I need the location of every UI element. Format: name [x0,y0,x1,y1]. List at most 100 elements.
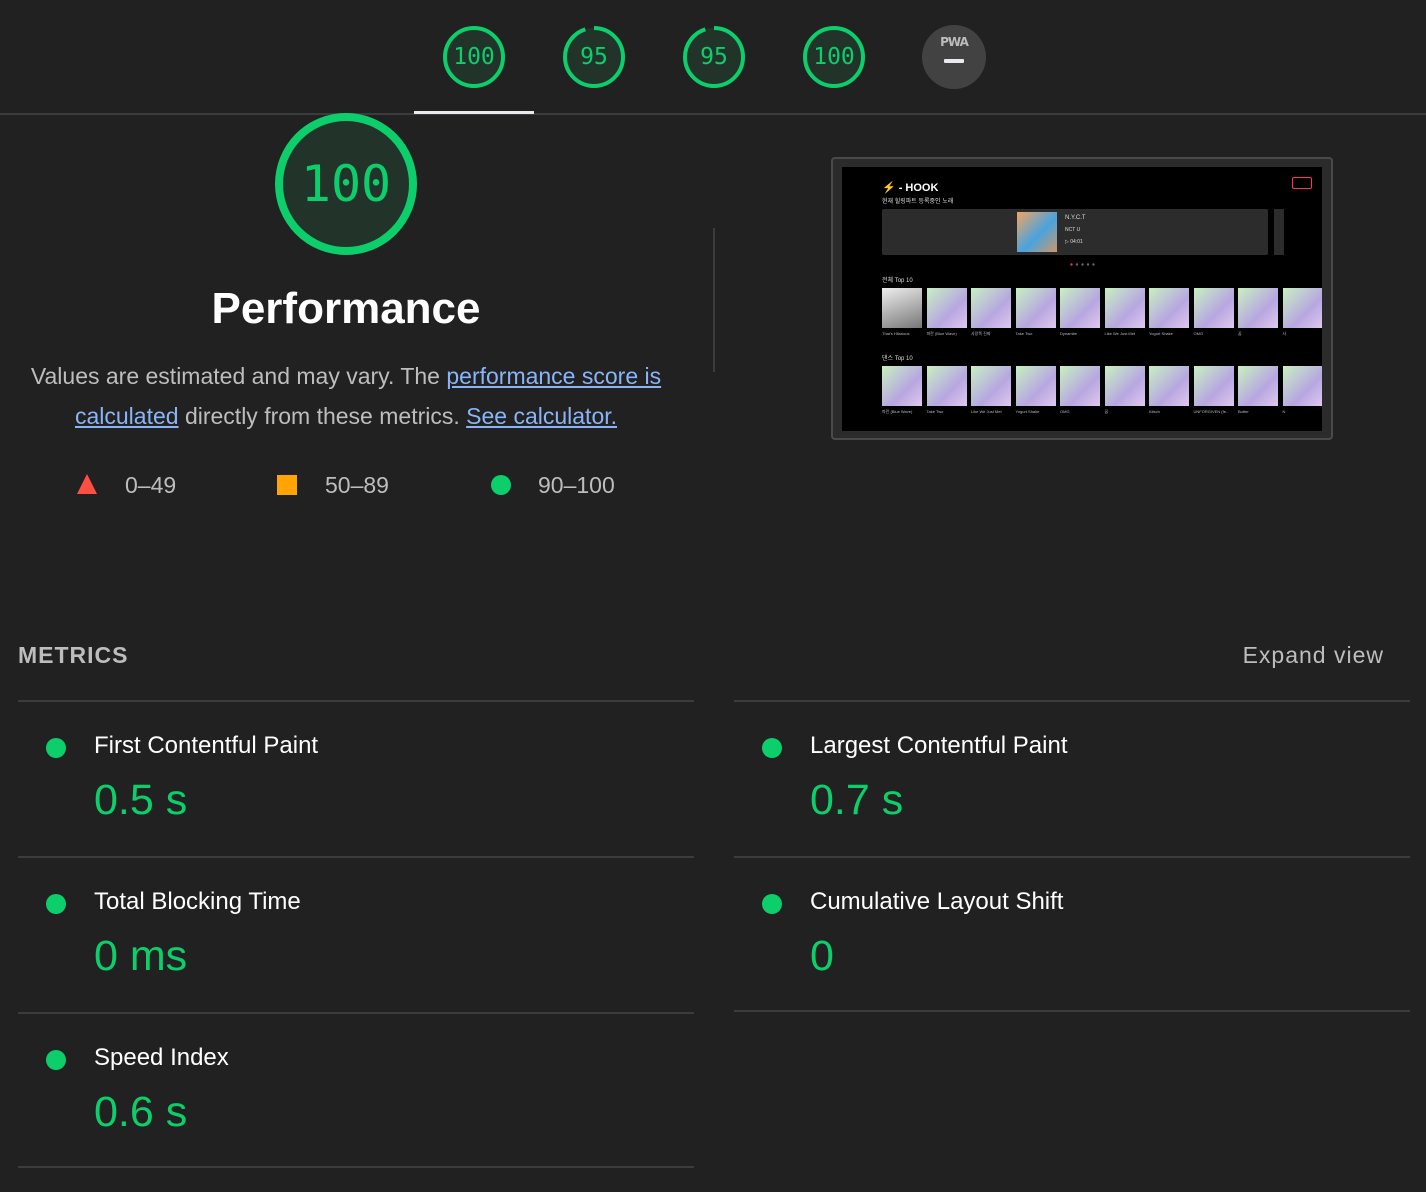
pass-circle-icon [46,894,66,914]
final-screenshot[interactable]: ⚡ - HOOK 현재 힐링파트 등록중인 노래 N.Y.C.T NCT U ▷ … [831,157,1333,440]
average-square-icon [277,475,297,495]
album-cover [1017,212,1057,252]
album-caption: 꿈 [1238,331,1242,336]
album-thumbnail [1193,288,1234,328]
gauge-performance[interactable]: 100 [442,25,506,89]
metric-total-blocking-time: Total Blocking Time 0 ms [18,858,694,1012]
album-caption: N [1282,409,1286,414]
album-caption: Take Two [1015,331,1033,336]
metric-largest-contentful-paint: Largest Contentful Paint 0.7 s [734,702,1410,856]
album-caption: Like We Just Met [971,409,1002,414]
gauge-accessibility[interactable]: 95 [562,25,626,89]
song-title: N.Y.C.T [1065,215,1086,221]
pass-circle-icon [46,738,66,758]
album-thumbnail [971,366,1011,406]
performance-score: 100 [300,155,392,213]
gauge-score: 95 [580,44,608,70]
screenshot-screen: ⚡ - HOOK 현재 힐링파트 등록중인 노래 N.Y.C.T NCT U ▷ … [842,167,1322,431]
album-thumbnail [1015,288,1056,328]
category-tabs: 100 95 95 100 PWA [0,0,1426,115]
pass-circle-icon [762,738,782,758]
album-thumbnail [882,366,922,406]
album-caption: Yogurt Shake [1015,409,1040,414]
metric-speed-index: Speed Index 0.6 s [18,1014,694,1168]
metric-value: 0 [810,932,834,980]
album-thumbnail [926,366,967,406]
metric-first-contentful-paint: First Contentful Paint 0.5 s [18,702,694,856]
album-caption: UNFORGIVEN (fe.. [1193,409,1229,414]
category-title: Performance [211,284,481,333]
album-thumbnail [1060,288,1100,328]
expand-view-toggle[interactable]: Expand view [1243,642,1384,669]
album-thumbnail [971,288,1011,328]
app-logo: ⚡ - HOOK [882,181,938,194]
active-tab-indicator [414,111,534,114]
gauge-best-practices[interactable]: 95 [682,25,746,89]
album-caption: Dynamite [1060,331,1077,336]
login-button [1292,177,1312,189]
album-caption: 파란 (Blue Wave) [926,331,957,336]
pass-circle-icon [762,894,782,914]
divider [713,228,715,372]
album-thumbnail [1238,288,1278,328]
desc-text: Values are estimated and may vary. The [30,363,447,389]
album-caption: 사랑쪽 진짜 [971,331,991,336]
pwa-dash-icon [944,59,964,63]
album-caption: 사 [1282,331,1287,336]
album-thumbnail [1149,366,1189,406]
album-caption: Like We Just Met [1104,331,1136,336]
album-thumbnail [1149,288,1189,328]
album-thumbnail [1282,288,1322,328]
desc-text: directly from these metrics. [178,403,467,429]
performance-score-gauge: 100 [274,112,418,256]
divider [734,1010,1410,1012]
banner-next [1274,209,1284,255]
legend-range: 90–100 [538,472,615,498]
gauge-score: 95 [700,44,728,70]
album-caption: 꿈 [1104,409,1109,414]
metric-title: Largest Contentful Paint [810,732,1068,759]
gauge-seo[interactable]: 100 [802,25,866,89]
legend-range: 0–49 [125,472,177,498]
metric-value: 0.7 s [810,776,904,824]
see-calculator-link[interactable]: See calculator. [466,403,617,429]
section-label: 전체 Top 10 [882,278,913,284]
album-thumbnail [1015,366,1056,406]
album-caption: 파란 (Blue Wave) [882,409,913,414]
fail-triangle-icon [77,474,97,494]
pass-circle-icon [491,475,511,495]
album-caption: Butter [1238,409,1249,414]
album-thumbnail [1282,366,1322,406]
album-thumbnail [1104,288,1145,328]
album-caption: Kitsch [1149,409,1160,414]
album-caption: OMG [1193,331,1204,336]
logo-text: - HOOK [898,182,939,194]
album-thumbnail [1060,366,1100,406]
carousel-dots [1070,263,1095,266]
divider [18,1166,694,1168]
album-thumbnail [1193,366,1234,406]
metric-title: Speed Index [94,1044,229,1071]
metrics-heading: METRICS [18,642,129,668]
album-thumbnail [1104,366,1145,406]
bolt-icon: ⚡ [882,182,896,194]
gauge-pwa[interactable]: PWA [922,25,986,89]
gauge-score: 100 [813,44,855,70]
now-playing-banner: N.Y.C.T NCT U ▷ 04:01 [882,209,1268,255]
metric-value: 0 ms [94,932,188,980]
metric-value: 0.6 s [94,1088,188,1136]
song-time: ▷ 04:01 [1065,239,1083,245]
now-playing-label: 현재 힐링파트 등록중인 노래 [882,199,954,205]
section-label: 댄스 Top 10 [882,356,913,362]
album-caption: That's Hilarious [882,331,910,336]
album-thumbnail [1238,366,1278,406]
metric-title: Total Blocking Time [94,888,301,915]
gauge-score: 100 [453,44,495,70]
category-description: Values are estimated and may vary. The p… [20,356,672,436]
metric-value: 0.5 s [94,776,188,824]
metric-cumulative-layout-shift: Cumulative Layout Shift 0 [734,858,1410,1012]
pwa-badge-label: PWA [940,35,969,49]
album-caption: OMG [1060,409,1070,414]
song-artist: NCT U [1065,227,1081,233]
album-thumbnail [926,288,967,328]
